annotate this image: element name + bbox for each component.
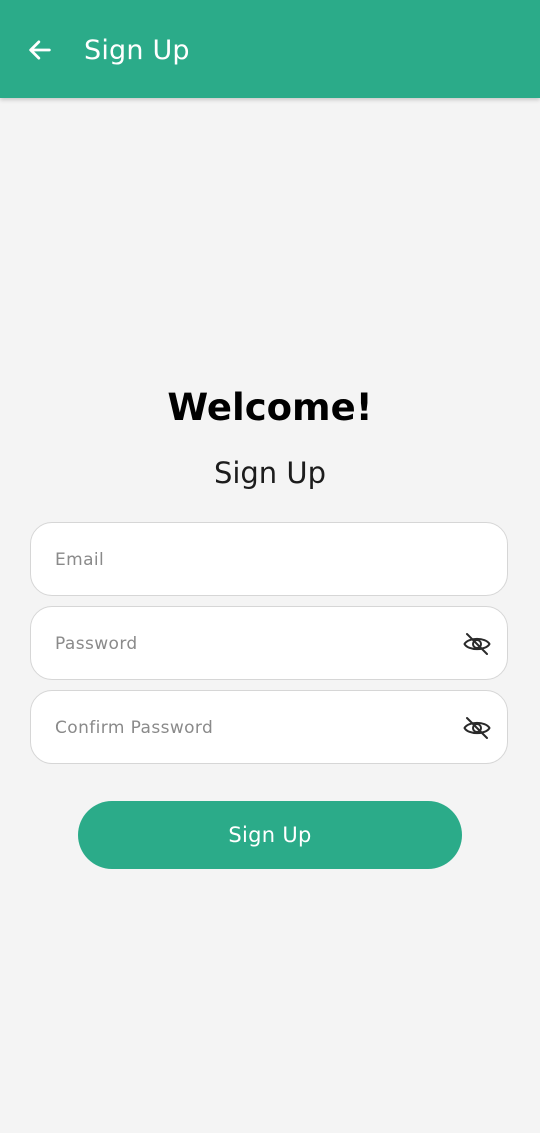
password-field[interactable] bbox=[30, 606, 508, 681]
back-button[interactable] bbox=[20, 30, 60, 70]
app-bar: Sign Up bbox=[0, 0, 540, 98]
eye-off-icon bbox=[463, 633, 491, 655]
password-visibility-toggle[interactable] bbox=[461, 628, 493, 660]
sign-up-subheading: Sign Up bbox=[213, 456, 327, 490]
confirm-password-input[interactable] bbox=[53, 691, 457, 765]
app-bar-title: Sign Up bbox=[84, 35, 190, 66]
confirm-password-field[interactable] bbox=[30, 690, 508, 765]
email-input[interactable] bbox=[53, 523, 457, 597]
arrow-left-icon bbox=[29, 40, 51, 60]
password-input[interactable] bbox=[53, 607, 457, 681]
sign-up-button[interactable]: Sign Up bbox=[78, 801, 462, 869]
confirm-password-visibility-toggle[interactable] bbox=[461, 712, 493, 744]
welcome-heading: Welcome! bbox=[167, 386, 373, 429]
eye-off-icon bbox=[463, 717, 491, 739]
email-field[interactable] bbox=[30, 522, 508, 597]
